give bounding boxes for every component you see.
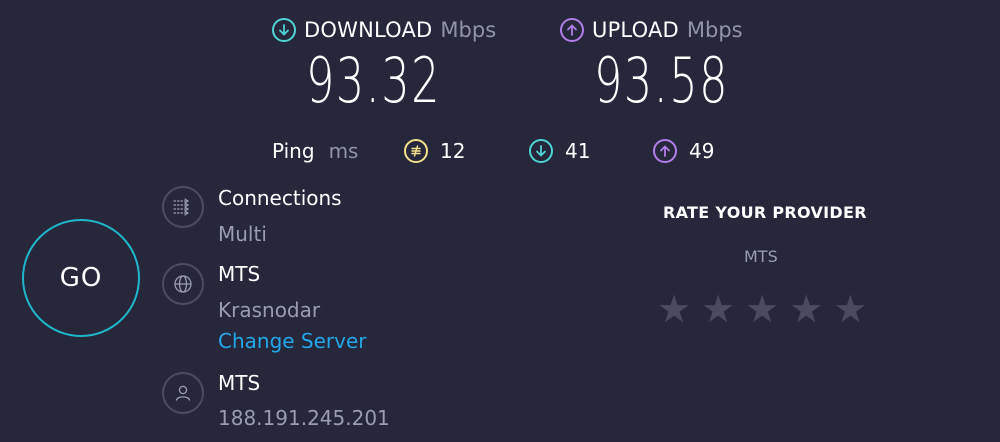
star-icon[interactable]: ★ bbox=[657, 290, 691, 328]
download-value: 93.32 bbox=[306, 44, 441, 117]
upload-value: 93.58 bbox=[594, 44, 729, 117]
ping-label-group: Ping ms bbox=[272, 139, 358, 163]
user-icon bbox=[162, 372, 204, 414]
ping-idle-value: 12 bbox=[440, 139, 466, 163]
star-rating[interactable]: ★ ★ ★ ★ ★ bbox=[657, 290, 867, 328]
arrow-down-circle-icon bbox=[529, 139, 553, 163]
provider-ip: 188.191.245.201 bbox=[218, 406, 390, 430]
server-name: MTS bbox=[218, 262, 261, 286]
arrow-up-circle-icon bbox=[653, 139, 677, 163]
globe-icon bbox=[162, 263, 204, 305]
download-label: DOWNLOAD bbox=[304, 18, 433, 42]
ping-upload: 49 bbox=[653, 139, 714, 163]
rate-title: RATE YOUR PROVIDER bbox=[663, 203, 867, 222]
upload-label: UPLOAD bbox=[592, 18, 679, 42]
connections-title: Connections bbox=[218, 186, 342, 210]
ping-idle: 12 bbox=[404, 139, 465, 163]
ping-upload-value: 49 bbox=[689, 139, 715, 163]
ping-label: Ping bbox=[272, 139, 315, 163]
go-button[interactable]: GO bbox=[22, 219, 140, 337]
connections-icon[interactable] bbox=[162, 186, 204, 228]
ping-unit: ms bbox=[328, 139, 359, 163]
server-location: Krasnodar bbox=[218, 298, 321, 322]
connections-value[interactable]: Multi bbox=[218, 222, 267, 246]
star-icon[interactable]: ★ bbox=[701, 290, 735, 328]
star-icon[interactable]: ★ bbox=[745, 290, 779, 328]
download-unit: Mbps bbox=[440, 18, 497, 42]
arrow-down-circle-icon bbox=[272, 18, 296, 42]
star-icon[interactable]: ★ bbox=[789, 290, 823, 328]
star-icon[interactable]: ★ bbox=[833, 290, 867, 328]
arrow-up-circle-icon bbox=[560, 18, 584, 42]
upload-unit: Mbps bbox=[686, 18, 743, 42]
download-header: DOWNLOAD Mbps bbox=[272, 18, 496, 42]
provider-name: MTS bbox=[218, 371, 261, 395]
go-button-label: GO bbox=[59, 263, 103, 293]
change-server-link[interactable]: Change Server bbox=[218, 329, 367, 353]
ping-download-value: 41 bbox=[565, 139, 591, 163]
ping-download: 41 bbox=[529, 139, 590, 163]
upload-header: UPLOAD Mbps bbox=[560, 18, 743, 42]
ping-idle-icon bbox=[404, 139, 428, 163]
rate-isp: MTS bbox=[744, 247, 778, 266]
